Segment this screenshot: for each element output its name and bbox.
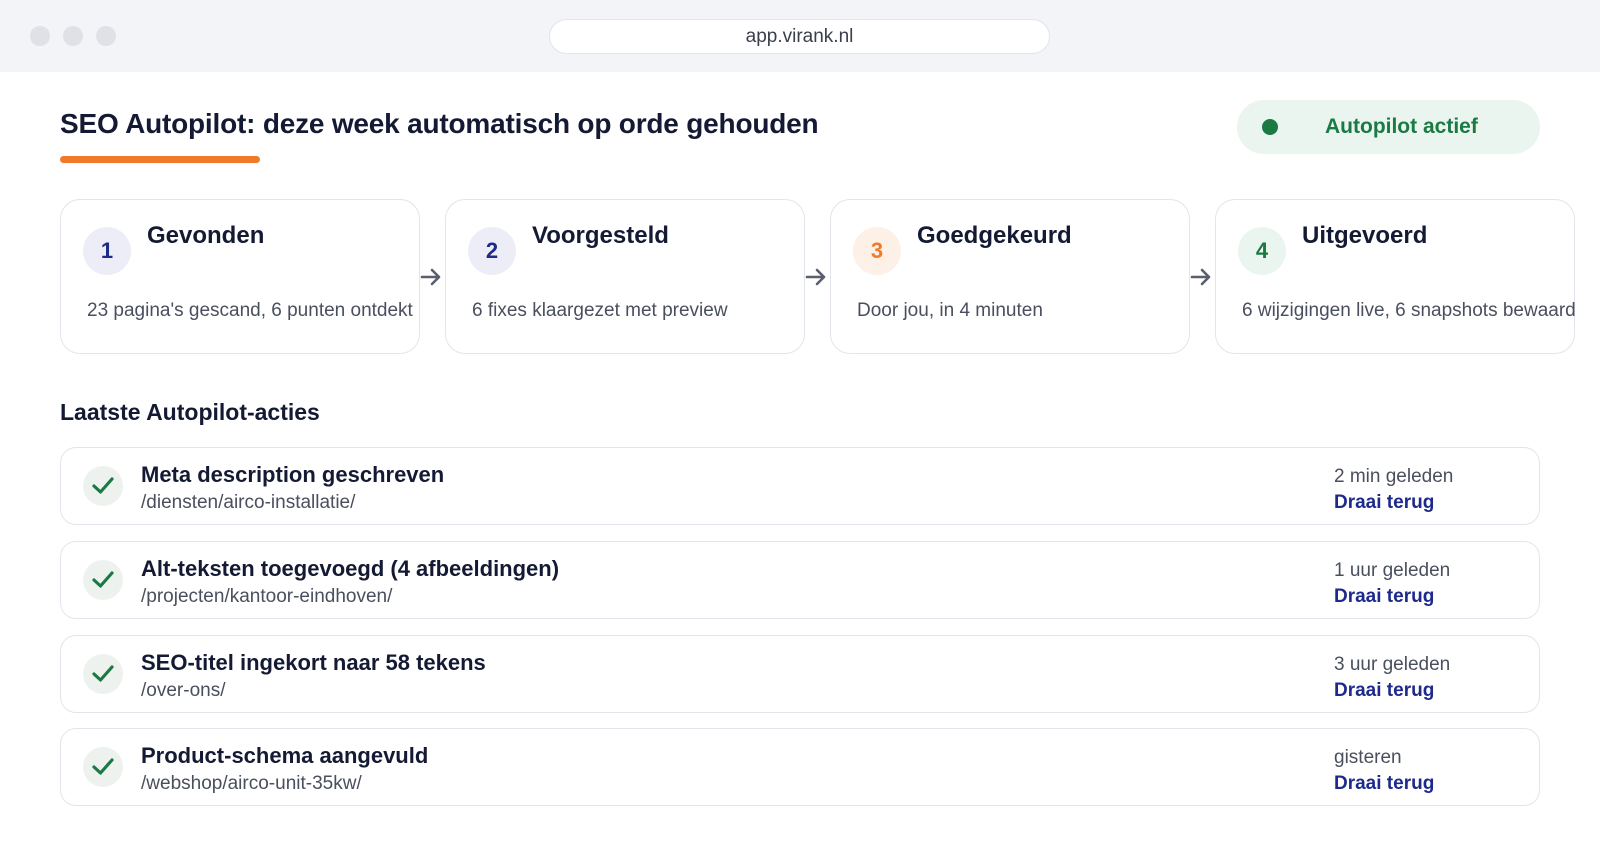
action-timestamp: 2 min geleden [1334,466,1454,487]
step-card-gevonden: 1 Gevonden 23 pagina's gescand, 6 punten… [60,199,420,354]
status-label: Autopilot actief [1325,115,1478,138]
step-card-uitgevoerd: 4 Uitgevoerd 6 wijzigingen live, 6 snaps… [1215,199,1576,354]
action-row: Alt-teksten toegevoegd (4 afbeeldingen) … [60,541,1540,619]
check-icon [83,466,123,506]
step-title: Goedgekeurd [917,222,1072,249]
browser-toolbar: app.virank.nl [0,0,1600,72]
step-number-badge: 2 [468,227,516,275]
action-row: SEO-titel ingekort naar 58 tekens /over-… [60,635,1540,713]
action-timestamp: 1 uur geleden [1334,560,1451,581]
step-title: Gevonden [147,222,265,249]
action-timestamp: gisteren [1334,747,1402,768]
step-number-badge: 3 [853,227,901,275]
step-description: 23 pagina's gescand, 6 punten ontdekt [87,300,413,321]
action-title: Product-schema aangevuld [141,743,429,768]
window-minimize-button[interactable] [63,26,83,46]
step-title: Uitgevoerd [1302,222,1428,249]
step-number-badge: 4 [1238,227,1286,275]
arrow-right-icon [1190,268,1211,286]
action-path: /projecten/kantoor-eindhoven/ [141,586,393,607]
undo-link[interactable]: Draai terug [1334,492,1434,514]
section-title: Laatste Autopilot-acties [60,399,320,425]
step-description: Door jou, in 4 minuten [857,300,1043,321]
undo-link[interactable]: Draai terug [1334,586,1434,608]
step-description: 6 wijzigingen live, 6 snapshots bewaard [1242,300,1576,321]
step-card-voorgesteld: 2 Voorgesteld 6 fixes klaargezet met pre… [445,199,805,354]
step-card-goedgekeurd: 3 Goedgekeurd Door jou, in 4 minuten [830,199,1190,354]
arrow-right-icon [805,268,826,286]
action-timestamp: 3 uur geleden [1334,654,1451,675]
address-bar[interactable]: app.virank.nl [549,19,1050,54]
action-path: /over-ons/ [141,680,226,701]
undo-link[interactable]: Draai terug [1334,680,1434,702]
undo-link[interactable]: Draai terug [1334,773,1434,795]
check-icon [83,747,123,787]
action-path: /webshop/airco-unit-35kw/ [141,773,362,794]
action-title: SEO-titel ingekort naar 58 tekens [141,650,486,675]
action-path: /diensten/airco-installatie/ [141,492,356,513]
arrow-right-icon [420,268,441,286]
step-description: 6 fixes klaargezet met preview [472,300,728,321]
window-maximize-button[interactable] [96,26,116,46]
check-icon [83,560,123,600]
step-title: Voorgesteld [532,222,669,249]
action-row: Product-schema aangevuld /webshop/airco-… [60,728,1540,806]
action-row: Meta description geschreven /diensten/ai… [60,447,1540,525]
action-title: Alt-teksten toegevoegd (4 afbeeldingen) [141,556,560,581]
action-title: Meta description geschreven [141,462,445,487]
check-icon [83,654,123,694]
title-underline [60,156,260,163]
autopilot-status-badge: Autopilot actief [1237,100,1540,154]
step-number-badge: 1 [83,227,131,275]
window-close-button[interactable] [30,26,50,46]
status-dot-icon [1262,119,1278,135]
page-title: SEO Autopilot: deze week automatisch op … [60,108,819,139]
